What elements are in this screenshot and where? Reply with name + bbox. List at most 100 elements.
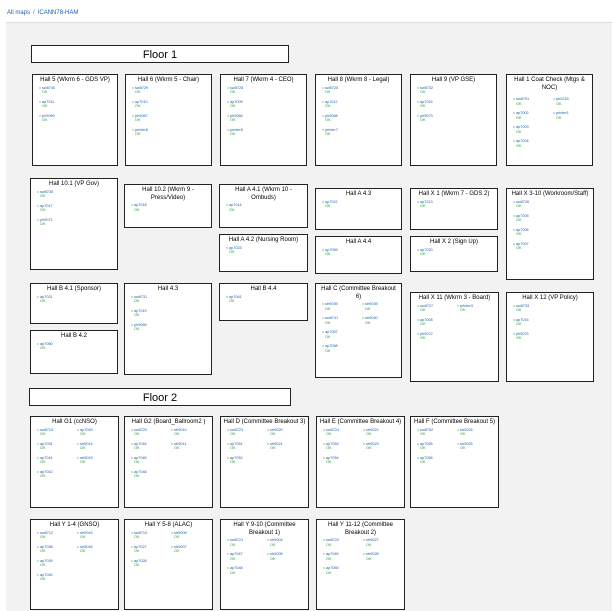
device-item[interactable]: ap7019 OK (131, 309, 147, 318)
device-item[interactable]: ap7040 OK (37, 573, 53, 582)
device-name-link[interactable]: ap7020 (420, 248, 433, 252)
device-name-link[interactable]: printer5 (230, 128, 243, 132)
device-item[interactable]: str9020 OK (267, 428, 283, 437)
device-name-link[interactable]: str9010 (174, 428, 187, 432)
hall-box-hall-b-4-1[interactable]: Hall B 4.1 (Sponsor) ap7021 OK (30, 283, 118, 324)
device-name-link[interactable]: sw8733 (516, 304, 529, 308)
device-item[interactable]: sw8710 OK (131, 531, 147, 540)
device-name-link[interactable]: ph9068 (325, 114, 338, 118)
device-name-link[interactable]: sw8752 (420, 428, 433, 432)
device-name-link[interactable]: ph0218 (556, 97, 569, 101)
device-item[interactable]: sw8701 OK (513, 97, 529, 106)
device-item[interactable]: ap7052 OK (227, 456, 243, 465)
device-name-link[interactable]: ap7054 (326, 456, 339, 460)
device-item[interactable]: str9023 OK (363, 442, 379, 451)
hall-box-hall-x-11[interactable]: Hall X 11 (Wkrm 3 - Board) sw8727 OK printe… (410, 292, 499, 382)
hall-box-hall-g1[interactable]: Hall G1 (ccNSO) sw8713 OK ap7043 OK ap7031 OK s… (30, 416, 119, 508)
device-item[interactable]: str9039 OK (362, 302, 378, 311)
hall-title[interactable]: Hall B 4.1 (Sponsor) (31, 284, 117, 295)
device-item[interactable]: str9044 OK (77, 545, 93, 554)
device-item[interactable]: ap7010 OK (132, 100, 148, 109)
device-item[interactable]: ap7055 OK (417, 442, 433, 451)
hall-box-hall-5[interactable]: Hall 5 (Wkrm 6 - GDS VP) sw8740 OK ap7011 OK… (32, 74, 118, 166)
device-name-link[interactable]: ap7058 (325, 344, 338, 348)
hall-title[interactable]: Hall 10.1 (VP Gov) (31, 179, 117, 190)
hall-title[interactable]: Hall Y 1-4 (GNSO) (31, 520, 118, 531)
device-item[interactable]: ap7057 OK (322, 330, 338, 339)
device-item[interactable]: ap7012 OK (322, 100, 338, 109)
device-name-link[interactable]: ap7042 (40, 470, 53, 474)
device-item[interactable]: ap7004 OK (513, 139, 529, 148)
device-item[interactable]: str9024 OK (457, 428, 473, 437)
device-item[interactable]: sw8726 OK (513, 200, 529, 209)
device-item[interactable]: ap7011 OK (39, 100, 54, 109)
device-name-link[interactable]: str9025 (460, 442, 473, 446)
device-item[interactable]: ap7022 OK (322, 200, 338, 209)
device-name-link[interactable]: sw8723 (230, 428, 243, 432)
hall-title[interactable]: Hall 9 (VP GSE) (411, 75, 496, 86)
hall-title[interactable]: Hall A 4.1 (Wkrm 10 - Ombuds) (220, 185, 307, 203)
hall-title[interactable]: Hall C (Committee Breakout 6) (316, 284, 401, 302)
device-item[interactable]: ap7061 OK (226, 295, 242, 304)
hall-title[interactable]: Hall 8 (Wkrm 8 - Legal) (316, 75, 401, 86)
device-name-link[interactable]: ap7018 (134, 203, 147, 207)
device-item[interactable]: sw8752 OK (417, 428, 433, 437)
device-item[interactable]: ph9069 OK (39, 114, 55, 123)
device-item[interactable]: ap7056 OK (417, 456, 433, 465)
device-item[interactable]: ap7038 OK (37, 545, 53, 554)
hall-title[interactable]: Hall 4.3 (125, 284, 211, 295)
device-name-link[interactable]: sw8721 (230, 538, 243, 542)
device-item[interactable]: ap7039 OK (37, 559, 53, 568)
device-name-link[interactable]: ap7047 (230, 552, 243, 556)
hall-title[interactable]: Hall X 1 (Wkrm 7 - GDS 2) (411, 189, 497, 200)
device-item[interactable]: ap7046 OK (131, 470, 147, 479)
breadcrumb-all-maps-link[interactable]: All maps (7, 10, 30, 16)
device-name-link[interactable]: sw8722 (326, 538, 339, 542)
hall-title[interactable]: Hall D (Committee Breakout 3) (221, 417, 308, 428)
hall-box-hall-f[interactable]: Hall F (Committee Breakout 5) sw8752 OK str… (410, 416, 499, 508)
hall-title[interactable]: Hall X 2 (Sign Up) (411, 237, 497, 248)
device-name-link[interactable]: sw8740 (42, 86, 55, 90)
device-item[interactable]: ap7013 OK (417, 200, 433, 209)
hall-title[interactable]: Hall 1 Coat Check (Mtgs & NOC) (507, 75, 592, 93)
device-name-link[interactable]: str9044 (80, 545, 93, 549)
device-name-link[interactable]: ph9073 (420, 114, 433, 118)
device-name-link[interactable]: ap7056 (420, 456, 433, 460)
device-item[interactable]: ap7009 OK (227, 100, 243, 109)
device-name-link[interactable]: sw8710 (134, 531, 147, 535)
device-name-link[interactable]: ph9075 (516, 332, 529, 336)
hall-title[interactable]: Hall X 12 (VP Policy) (507, 293, 593, 304)
device-name-link[interactable]: ap7050 (326, 566, 339, 570)
device-item[interactable]: ap7003 OK (513, 125, 529, 134)
device-name-link[interactable]: ap7041 (40, 456, 53, 460)
device-item[interactable]: ap7051 OK (227, 442, 243, 451)
device-name-link[interactable]: ap7049 (326, 552, 339, 556)
device-item[interactable]: ap7049 OK (323, 552, 339, 561)
device-item[interactable]: ap7058 OK (322, 344, 338, 353)
device-name-link[interactable]: str9023 (366, 442, 379, 446)
device-item[interactable]: ap7007 OK (513, 242, 529, 251)
device-name-link[interactable]: printer1 (556, 111, 569, 115)
device-item[interactable]: ap7015 OK (417, 100, 433, 109)
hall-box-hall-b-4-4[interactable]: Hall B 4.4 ap7061 OK (219, 283, 308, 321)
device-name-link[interactable]: str9022 (366, 428, 379, 432)
device-name-link[interactable]: printer6 (135, 128, 148, 132)
hall-box-hall-7[interactable]: Hall 7 (Wkrm 4 - CEO) sw8728 OK ap7009 OK ph9… (220, 74, 307, 166)
device-name-link[interactable]: ph9071 (40, 218, 53, 222)
device-name-link[interactable]: ph9066 (230, 114, 243, 118)
hall-title[interactable]: Hall X 11 (Wkrm 3 - Board) (411, 293, 498, 304)
device-item[interactable]: ap7050 OK (323, 566, 339, 575)
device-name-link[interactable]: ap7022 (325, 200, 338, 204)
device-item[interactable]: str9040 OK (362, 316, 378, 325)
device-item[interactable]: printer3 OK (457, 304, 473, 313)
device-name-link[interactable]: ap7040 (40, 573, 53, 577)
device-name-link[interactable]: ap7021 (40, 295, 53, 299)
device-item[interactable]: sw8740 OK (39, 86, 55, 95)
hall-box-hall-x-3-10[interactable]: Hall X 3-10 (Workroom/Staff) sw8726 OK ap70… (506, 188, 594, 280)
device-name-link[interactable]: ap7006 (516, 228, 529, 232)
device-name-link[interactable]: ap7009 (230, 100, 243, 104)
hall-box-hall-4-3[interactable]: Hall 4.3 sw8731 OK ap7019 OK ph9065 OK (124, 283, 212, 375)
device-item[interactable]: sw8729 OK (132, 86, 148, 95)
device-item[interactable]: sw8735 OK (37, 190, 53, 199)
device-name-link[interactable]: ap7008 (420, 318, 433, 322)
